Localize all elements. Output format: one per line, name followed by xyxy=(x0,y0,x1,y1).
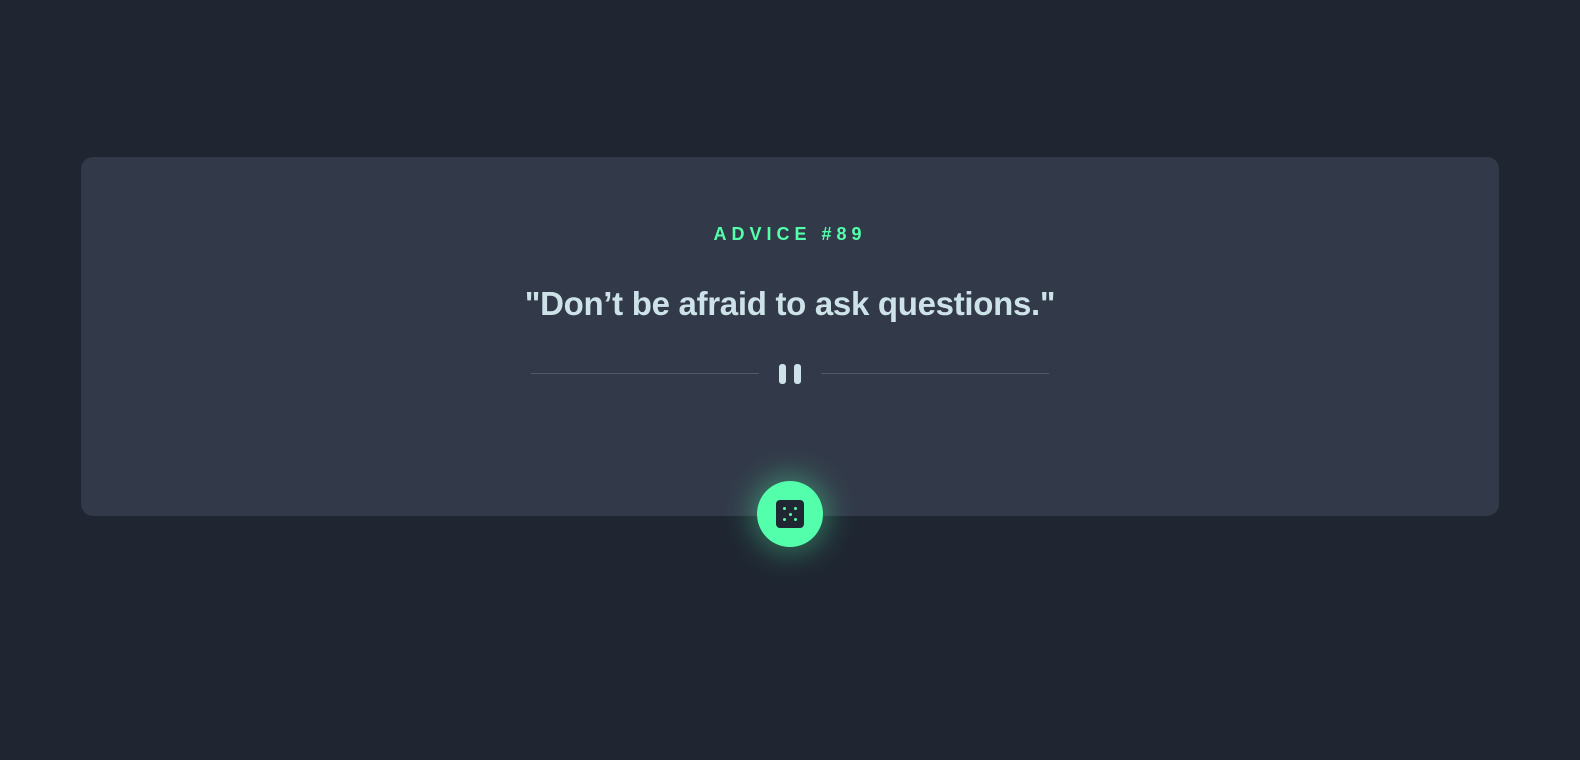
advice-quote: "Don’t be afraid to ask questions." xyxy=(524,285,1056,322)
pattern-divider xyxy=(531,364,1049,384)
divider-line-right xyxy=(821,373,1049,374)
pause-icon xyxy=(777,364,803,384)
new-advice-button[interactable] xyxy=(757,481,823,547)
advice-number: ADVICE #89 xyxy=(713,224,867,244)
divider-line-left xyxy=(531,373,759,374)
dice-icon xyxy=(776,500,804,528)
advice-card: ADVICE #89 "Don’t be afraid to ask quest… xyxy=(81,157,1499,516)
